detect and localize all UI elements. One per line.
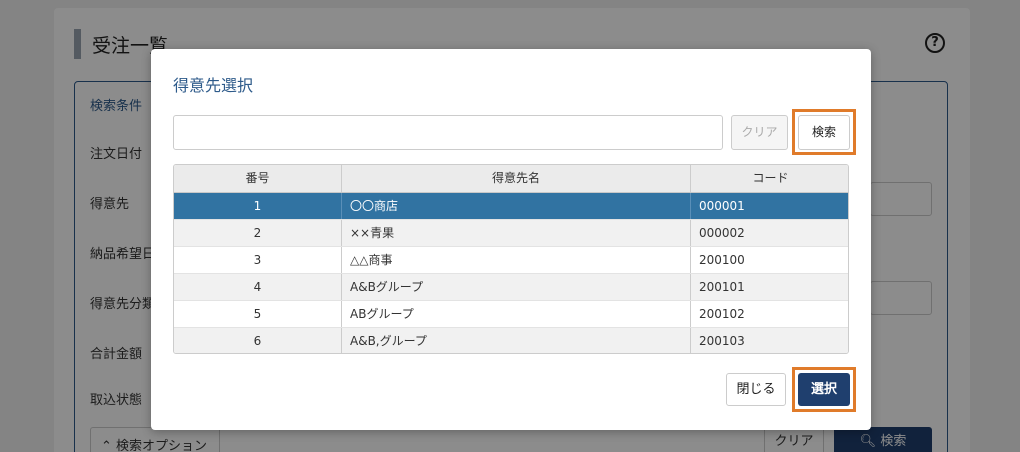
row-customer-name: ××青果 xyxy=(342,220,691,246)
row-number: 2 xyxy=(174,220,342,246)
row-code: 200102 xyxy=(699,307,745,321)
clear-button[interactable]: クリア xyxy=(731,115,788,150)
customer-search-input[interactable] xyxy=(173,115,723,150)
row-customer-name: △△商事 xyxy=(342,247,691,273)
row-code: 000001 xyxy=(699,199,745,213)
row-number: 5 xyxy=(174,301,342,327)
column-header-number[interactable]: 番号 xyxy=(174,165,342,192)
column-header-customer-name[interactable]: 得意先名 xyxy=(342,165,691,192)
row-customer-name: ABグループ xyxy=(342,301,691,327)
table-row[interactable]: 3 △△商事 200100 xyxy=(174,247,848,274)
customer-table: 番号 得意先名 コード 1 〇〇商店 000001 2 ××青果 000002 … xyxy=(173,164,849,354)
table-row[interactable]: 6 A&B,グループ 200103 xyxy=(174,328,848,353)
dialog-title: 得意先選択 xyxy=(173,76,254,95)
row-customer-name: A&Bグループ xyxy=(342,274,691,300)
row-number: 6 xyxy=(174,328,342,353)
row-code: 000002 xyxy=(699,226,745,240)
row-number: 3 xyxy=(174,247,342,273)
table-header: 番号 得意先名 コード xyxy=(174,165,848,193)
table-row[interactable]: 1 〇〇商店 000001 xyxy=(174,193,848,220)
row-code: 200100 xyxy=(699,253,745,267)
row-code: 200103 xyxy=(699,334,745,348)
column-header-code[interactable]: コード xyxy=(691,165,848,192)
select-button[interactable]: 選択 xyxy=(798,373,850,406)
row-number: 4 xyxy=(174,274,342,300)
row-customer-name: A&B,グループ xyxy=(342,328,691,353)
table-row[interactable]: 2 ××青果 000002 xyxy=(174,220,848,247)
search-button[interactable]: 検索 xyxy=(798,115,850,150)
close-button[interactable]: 閉じる xyxy=(726,373,786,406)
customer-select-dialog: 得意先選択 クリア 検索 番号 得意先名 コード 1 〇〇商店 000001 2… xyxy=(151,49,871,430)
row-code: 200101 xyxy=(699,280,745,294)
table-row[interactable]: 5 ABグループ 200102 xyxy=(174,301,848,328)
row-number: 1 xyxy=(174,193,342,219)
row-customer-name: 〇〇商店 xyxy=(342,193,691,219)
table-row[interactable]: 4 A&Bグループ 200101 xyxy=(174,274,848,301)
